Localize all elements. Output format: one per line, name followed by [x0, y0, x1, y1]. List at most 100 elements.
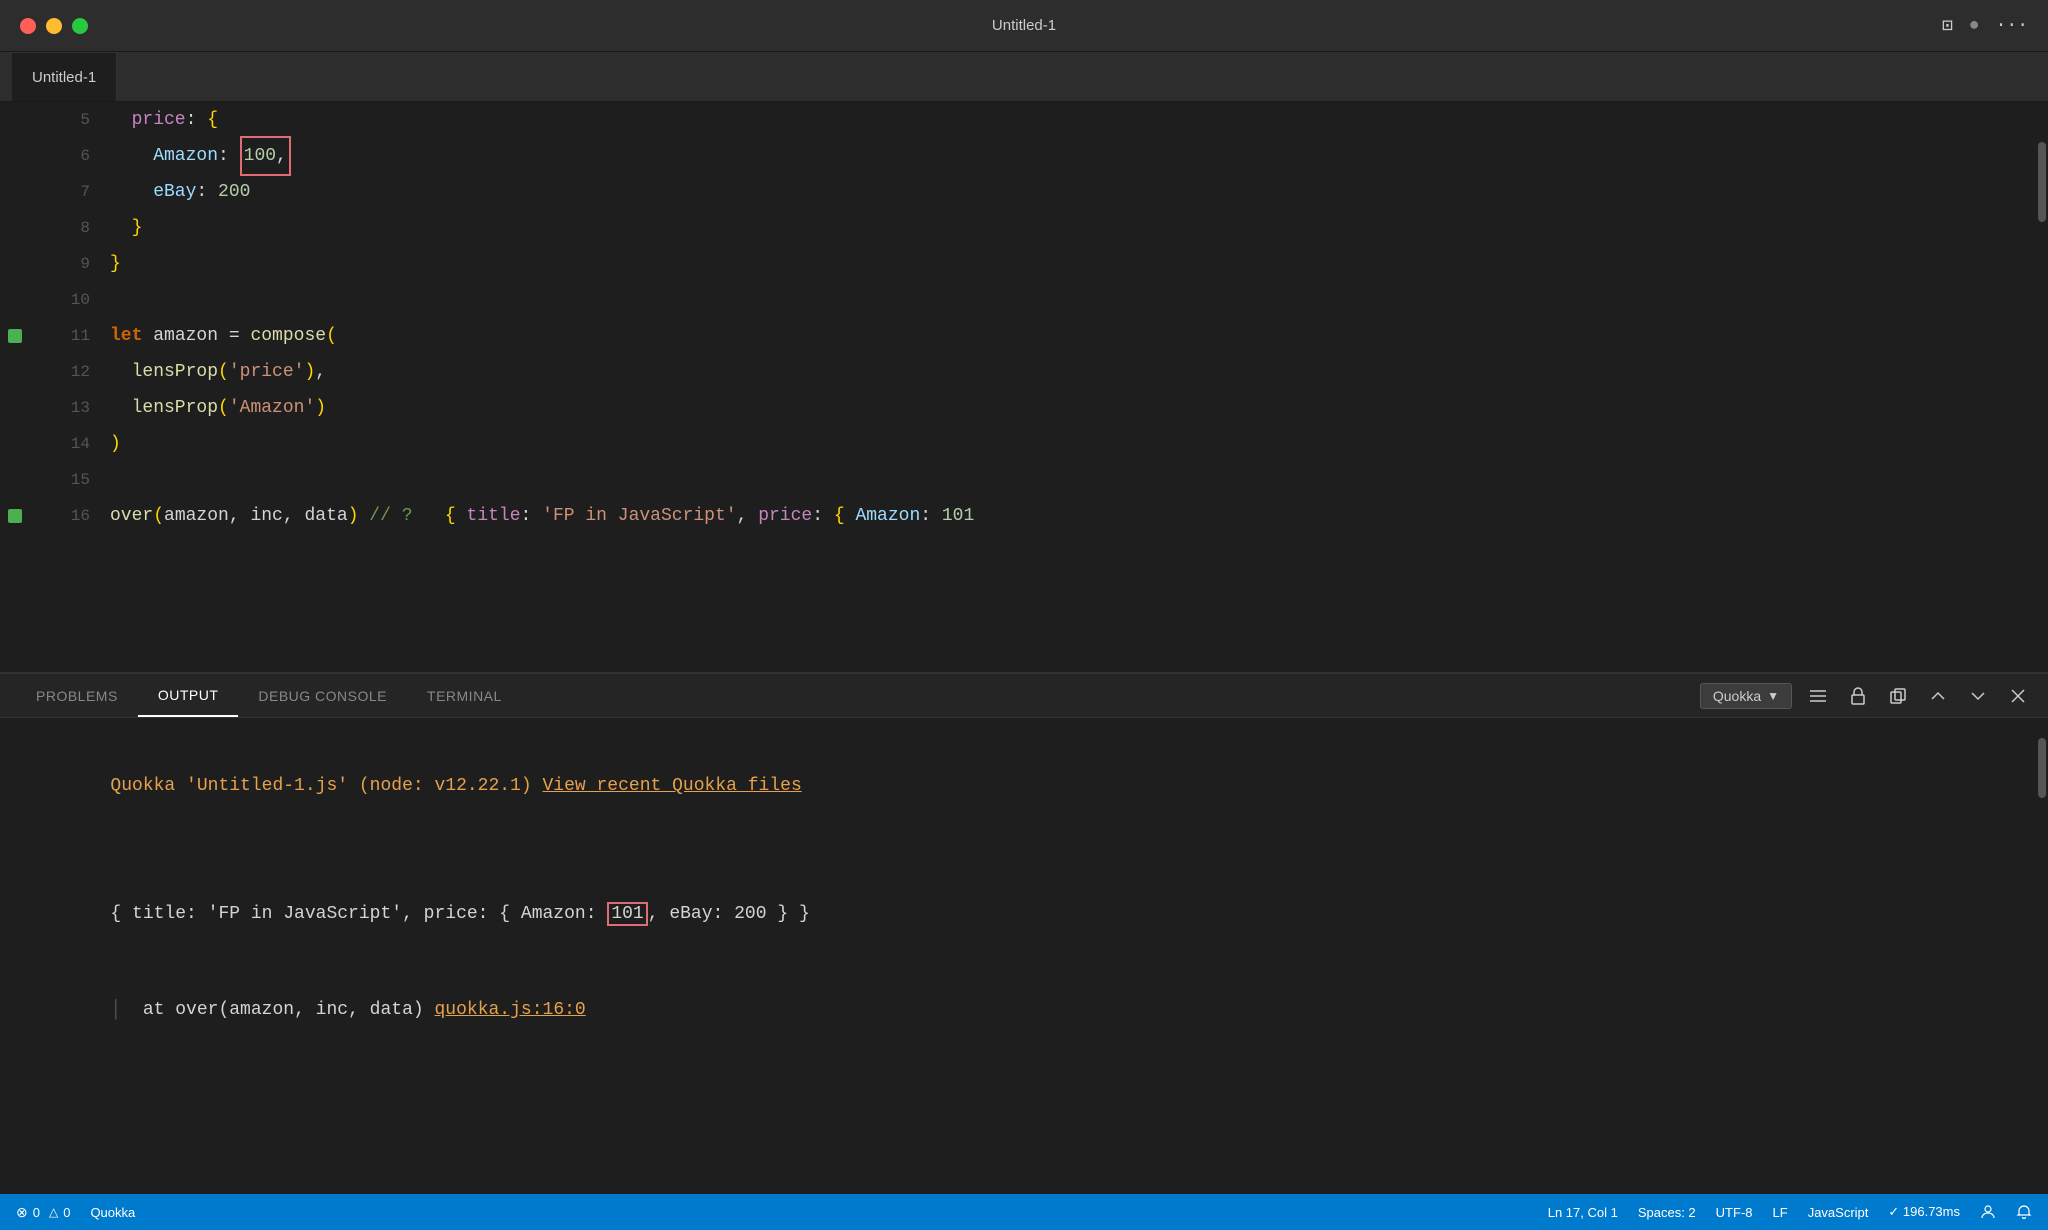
tab-output[interactable]: OUTPUT	[138, 674, 239, 717]
line-num-16: 16	[71, 498, 90, 534]
status-plugin[interactable]: Quokka	[90, 1205, 135, 1220]
token-amazon-var: amazon	[153, 318, 229, 354]
error-icon: ⊗	[16, 1204, 28, 1221]
filter-icon[interactable]	[1804, 682, 1832, 710]
line-num-10: 10	[71, 282, 90, 318]
code-line-13: lensProp('Amazon')	[110, 390, 2034, 426]
token-open-brace: {	[207, 102, 218, 138]
code-content[interactable]: price: { Amazon: 100, eBay: 200 } } let …	[110, 102, 2034, 672]
code-line-5: price: {	[110, 102, 2034, 138]
token-over-amazon: amazon	[164, 498, 229, 534]
token-close-brace-obj: }	[110, 246, 121, 282]
output-result-value: 101	[607, 902, 647, 926]
token-over-close: )	[348, 498, 359, 534]
status-person-icon[interactable]	[1980, 1204, 1996, 1220]
token-close-brace-price: }	[110, 210, 142, 246]
plugin-name: Quokka	[90, 1205, 135, 1220]
token-ebay-key: eBay	[110, 174, 196, 210]
panel-tabs: PROBLEMS OUTPUT DEBUG CONSOLE TERMINAL Q…	[0, 674, 2048, 718]
editor-scrollbar[interactable]	[2034, 102, 2048, 672]
panel-scrollbar[interactable]	[2034, 718, 2048, 1062]
status-position[interactable]: Ln 17, Col 1	[1548, 1204, 1618, 1220]
minimize-button[interactable]	[46, 18, 62, 34]
line-num-14: 14	[71, 426, 90, 462]
line-num-15: 15	[71, 462, 90, 498]
token-lp2-open: (	[218, 390, 229, 426]
titlebar: Untitled-1 ⊡ ● ···	[0, 0, 2048, 52]
panel-scrollbar-thumb[interactable]	[2038, 738, 2046, 798]
editor-tab[interactable]: Untitled-1	[12, 52, 117, 101]
window-controls[interactable]	[20, 18, 88, 34]
editor-scrollbar-thumb[interactable]	[2038, 142, 2046, 222]
token-open-paren-compose: (	[326, 318, 337, 354]
warning-count: 0	[63, 1205, 70, 1220]
token-space	[413, 498, 445, 534]
status-bell-icon[interactable]	[2016, 1204, 2032, 1220]
line-num-7: 7	[80, 174, 90, 210]
copy-icon[interactable]	[1884, 682, 1912, 710]
token-price-key: price	[110, 102, 186, 138]
chevron-up-icon[interactable]	[1924, 682, 1952, 710]
gutter-16	[8, 498, 22, 534]
code-line-16: over(amazon, inc, data) // ? { title: 'F…	[110, 498, 2034, 534]
close-button[interactable]	[20, 18, 36, 34]
token-colon3: :	[196, 174, 218, 210]
more-actions-icon[interactable]: ···	[1996, 16, 2028, 36]
token-lp2-close: )	[315, 390, 326, 426]
split-editor-icon[interactable]: ⊡	[1942, 15, 1953, 37]
code-line-11: let amazon = compose(	[110, 318, 2034, 354]
tab-label: Untitled-1	[32, 69, 96, 86]
close-panel-icon[interactable]	[2004, 682, 2032, 710]
code-line-10	[110, 282, 2034, 318]
output-source-select[interactable]: Quokka ▼	[1700, 683, 1792, 709]
warning-icon: △	[49, 1205, 58, 1219]
titlebar-actions[interactable]: ⊡ ● ···	[1942, 15, 2028, 37]
token-title-key: title	[467, 498, 521, 534]
status-language[interactable]: JavaScript	[1808, 1204, 1869, 1220]
line-num-6: 6	[80, 138, 90, 174]
tab-debug-console[interactable]: DEBUG CONSOLE	[238, 674, 407, 717]
token-comma1: ,	[315, 354, 326, 390]
select-label: Quokka	[1713, 688, 1761, 704]
output-result-prefix: { title: 'FP in JavaScript', price: { Am…	[110, 904, 607, 924]
tab-problems[interactable]: PROBLEMS	[16, 674, 138, 717]
token-colon: :	[186, 102, 208, 138]
editor-area: 5 6 7 8 9 10 11 12 13 14 15 16 price: { …	[0, 102, 2048, 672]
status-right: Ln 17, Col 1 Spaces: 2 UTF-8 LF JavaScri…	[1548, 1204, 2032, 1220]
window-title: Untitled-1	[992, 17, 1056, 34]
breakpoint-16	[8, 509, 22, 523]
status-timing: ✓ 196.73ms	[1888, 1204, 1960, 1220]
token-data: data	[304, 498, 347, 534]
line-numbers: 5 6 7 8 9 10 11 12 13 14 15 16	[30, 102, 110, 672]
at-text: at over(amazon, inc, data)	[121, 1000, 434, 1020]
token-colon2: :	[218, 138, 240, 174]
line-num-11: 11	[71, 318, 90, 354]
token-string-amazon: 'Amazon'	[229, 390, 315, 426]
output-quokka-header: Quokka 'Untitled-1.js' (node: v12.22.1) …	[24, 738, 2010, 834]
code-line-9: }	[110, 246, 2034, 282]
vertical-pipe: │	[110, 1000, 121, 1020]
status-encoding[interactable]: UTF-8	[1716, 1204, 1753, 1220]
quokka-source-link[interactable]: quokka.js:16:0	[435, 1000, 586, 1020]
tab-terminal[interactable]: TERMINAL	[407, 674, 522, 717]
output-result-line: { title: 'FP in JavaScript', price: { Am…	[24, 866, 2010, 962]
token-comma3: ,	[283, 498, 305, 534]
lock-icon[interactable]	[1844, 682, 1872, 710]
code-line-8: }	[110, 210, 2034, 246]
token-compose: compose	[250, 318, 326, 354]
status-eol[interactable]: LF	[1773, 1204, 1788, 1220]
token-amazon-value: 100,	[240, 136, 291, 176]
token-over: over	[110, 498, 153, 534]
token-comma2: ,	[229, 498, 251, 534]
code-line-7: eBay: 200	[110, 174, 2034, 210]
line-num-8: 8	[80, 210, 90, 246]
status-spaces[interactable]: Spaces: 2	[1638, 1204, 1696, 1220]
view-recent-files-link[interactable]: View recent Quokka files	[543, 776, 802, 796]
quokka-init-text: Quokka 'Untitled-1.js' (node: v12.22.1)	[110, 776, 542, 796]
line-num-13: 13	[71, 390, 90, 426]
status-errors[interactable]: ⊗ 0 △ 0	[16, 1204, 70, 1221]
line-gutter	[0, 102, 30, 672]
maximize-button[interactable]	[72, 18, 88, 34]
chevron-down-icon[interactable]	[1964, 682, 1992, 710]
breakpoint-11	[8, 329, 22, 343]
